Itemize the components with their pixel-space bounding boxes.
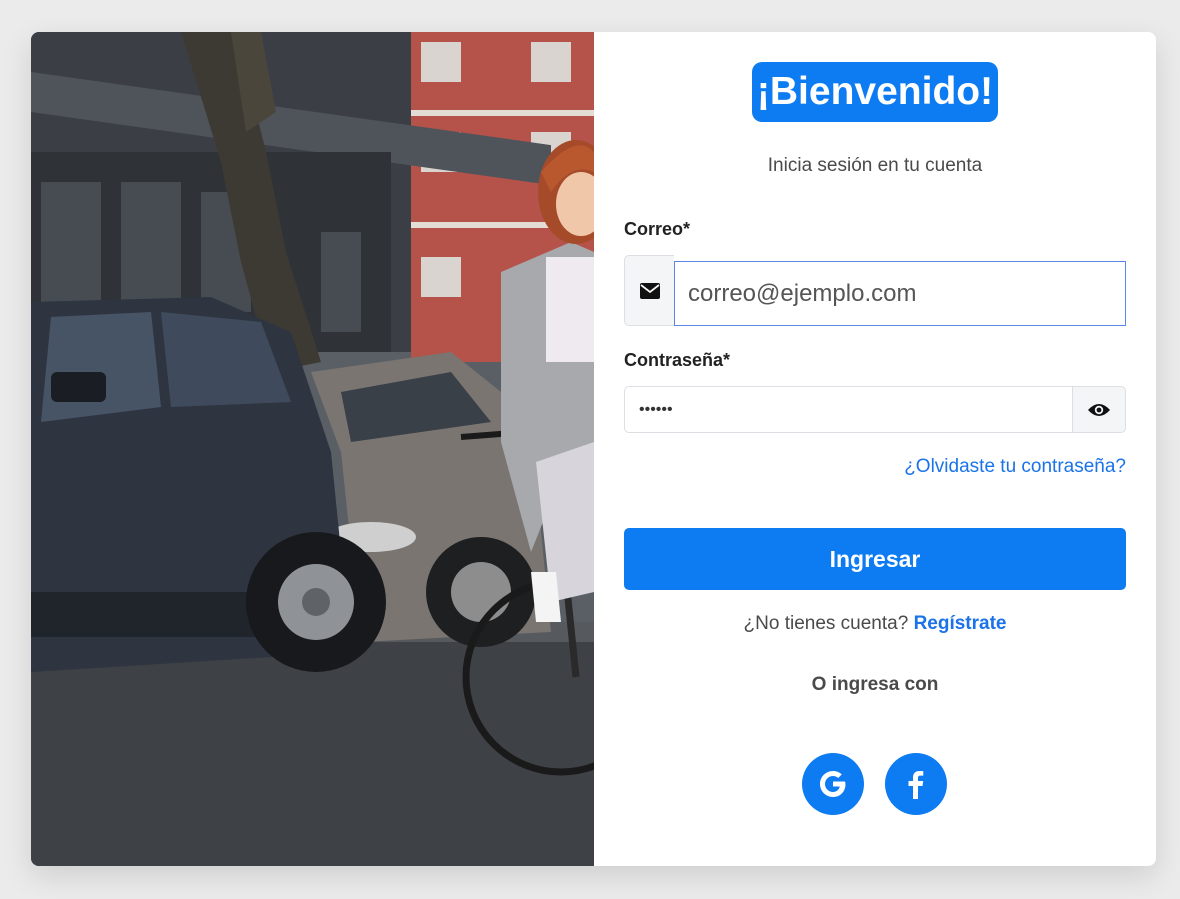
forgot-password-link[interactable]: ¿Olvidaste tu contraseña? (904, 456, 1126, 478)
page-title: ¡Bienvenido! (752, 62, 998, 122)
register-prompt: ¿No tienes cuenta? Regístrate (594, 613, 1156, 635)
hero-photo (31, 32, 594, 866)
login-panel: ¡Bienvenido! Inicia sesión en tu cuenta … (594, 32, 1156, 866)
facebook-login-button[interactable] (885, 753, 947, 815)
login-button[interactable]: Ingresar (624, 528, 1126, 590)
no-account-text: ¿No tienes cuenta? (743, 613, 909, 634)
password-field-group (624, 386, 1126, 433)
page-subtitle: Inicia sesión en tu cuenta (767, 155, 983, 176)
google-icon (820, 771, 846, 797)
google-login-button[interactable] (802, 753, 864, 815)
social-login-text: O ingresa con (811, 674, 939, 695)
email-field-group (624, 255, 1126, 326)
register-link[interactable]: Regístrate (914, 613, 1007, 634)
email-label: Correo* (624, 219, 691, 239)
facebook-icon (908, 771, 924, 799)
password-input[interactable] (624, 386, 1072, 433)
password-label: Contraseña* (624, 350, 731, 370)
login-card: ¡Bienvenido! Inicia sesión en tu cuenta … (31, 32, 1156, 866)
envelope-icon (624, 255, 674, 326)
email-input[interactable] (674, 261, 1126, 326)
eye-icon[interactable] (1072, 386, 1126, 433)
